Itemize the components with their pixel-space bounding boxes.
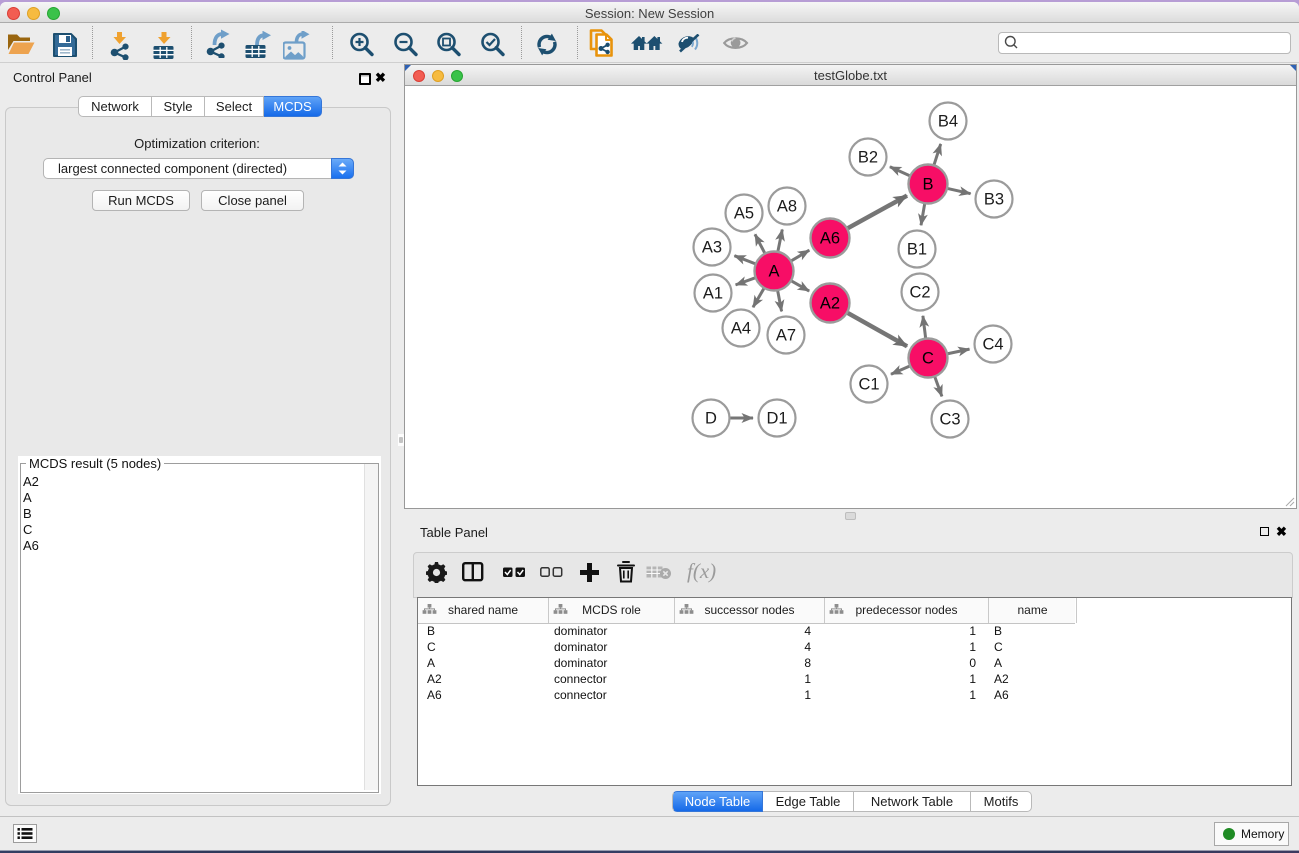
svg-text:A: A (768, 263, 779, 281)
svg-text:A7: A7 (776, 327, 796, 345)
svg-text:B2: B2 (858, 149, 878, 167)
svg-text:A4: A4 (731, 320, 751, 338)
svg-text:B3: B3 (984, 191, 1004, 209)
svg-text:C1: C1 (858, 376, 879, 394)
svg-text:C2: C2 (909, 284, 930, 302)
svg-text:A8: A8 (777, 198, 797, 216)
svg-text:D1: D1 (766, 410, 787, 428)
svg-text:A3: A3 (702, 239, 722, 257)
svg-text:C4: C4 (982, 336, 1003, 354)
svg-text:C: C (922, 350, 934, 368)
svg-text:A6: A6 (820, 230, 840, 248)
svg-text:A1: A1 (703, 285, 723, 303)
svg-text:B: B (922, 176, 933, 194)
svg-text:C3: C3 (939, 411, 960, 429)
svg-text:D: D (705, 410, 717, 428)
svg-text:B4: B4 (938, 113, 958, 131)
svg-text:A2: A2 (820, 295, 840, 313)
svg-text:B1: B1 (907, 241, 927, 259)
svg-text:A5: A5 (734, 205, 754, 223)
